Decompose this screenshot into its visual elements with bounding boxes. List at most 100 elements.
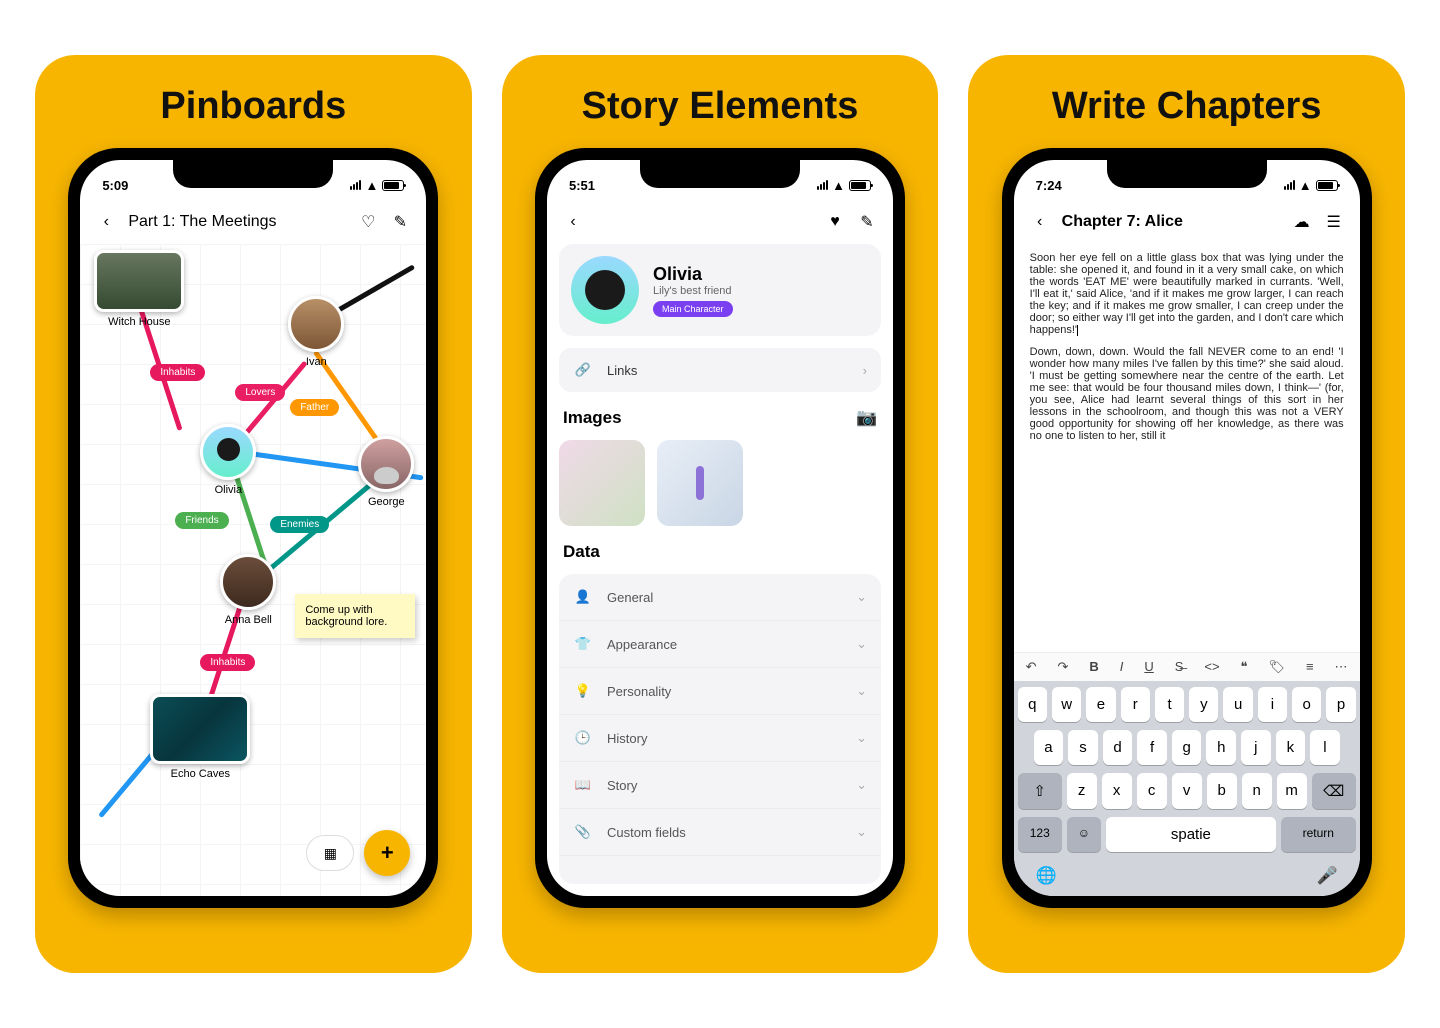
edit-icon[interactable]: ✎ (857, 212, 877, 232)
label-father[interactable]: Father (290, 399, 339, 416)
more-icon[interactable]: ⋯ (1335, 659, 1348, 675)
key-t[interactable]: t (1155, 687, 1184, 722)
node-echo[interactable]: Echo Caves (150, 694, 250, 780)
key-k[interactable]: k (1276, 730, 1306, 765)
phone-frame: 7:24 ▲ ‹ Chapter 7: Alice ☁ ☰ Soon her e… (1002, 148, 1372, 908)
data-item-appearance[interactable]: 👕 Appearance ⌄ (559, 621, 881, 668)
undo-icon[interactable]: ↶ (1026, 659, 1037, 675)
key-space[interactable]: spatie (1106, 817, 1276, 852)
key-r[interactable]: r (1121, 687, 1150, 722)
align-icon[interactable]: ≡ (1306, 659, 1314, 675)
strike-icon[interactable]: S̶ (1175, 659, 1184, 675)
chevron-down-icon: ⌄ (856, 636, 867, 652)
data-item-personality[interactable]: 💡 Personality ⌄ (559, 668, 881, 715)
editor-text[interactable]: Soon her eye fell on a little glass box … (1014, 244, 1360, 652)
node-george[interactable]: George (358, 436, 414, 508)
tag-icon[interactable]: 🏷 (1269, 659, 1286, 675)
profile-card[interactable]: Olivia Lily's best friend Main Character (559, 244, 881, 336)
key-z[interactable]: z (1067, 773, 1097, 809)
data-item-story[interactable]: 📖 Story ⌄ (559, 762, 881, 809)
globe-icon[interactable]: 🌐 (1036, 866, 1057, 886)
label-lovers[interactable]: Lovers (235, 384, 285, 401)
paragraph: Soon her eye fell on a little glass box … (1030, 252, 1344, 336)
mic-icon[interactable]: 🎤 (1317, 866, 1338, 886)
data-section-head: Data (559, 538, 881, 562)
pinboard-canvas[interactable]: Inhabits Lovers Father Friends Enemies I… (80, 244, 426, 896)
add-button[interactable]: + (364, 830, 410, 876)
status-time: 5:51 (569, 178, 595, 193)
key-n[interactable]: n (1242, 773, 1272, 809)
node-olivia[interactable]: Olivia (200, 424, 256, 496)
key-m[interactable]: m (1277, 773, 1307, 809)
battery-icon (1316, 180, 1338, 191)
key-l[interactable]: l (1310, 730, 1340, 765)
edit-icon[interactable]: ✎ (390, 212, 410, 232)
key-123[interactable]: 123 (1018, 817, 1062, 852)
data-item-label: General (607, 590, 653, 605)
label-inhabits2[interactable]: Inhabits (200, 654, 255, 671)
key-i[interactable]: i (1258, 687, 1287, 722)
bold-icon[interactable]: B (1089, 659, 1098, 675)
key-w[interactable]: w (1052, 687, 1081, 722)
back-icon[interactable]: ‹ (96, 212, 116, 232)
sticky-note[interactable]: Come up with background lore. (295, 594, 415, 638)
card-title-pinboards: Pinboards (160, 85, 346, 128)
key-backspace[interactable]: ⌫ (1312, 773, 1356, 809)
key-a[interactable]: a (1034, 730, 1064, 765)
links-label: Links (607, 363, 637, 378)
key-x[interactable]: x (1102, 773, 1132, 809)
back-icon[interactable]: ‹ (563, 212, 583, 232)
key-g[interactable]: g (1172, 730, 1202, 765)
code-icon[interactable]: <> (1204, 659, 1219, 675)
node-label: George (358, 496, 414, 508)
underline-icon[interactable]: U (1144, 659, 1153, 675)
kb-row1: q w e r t y u i o p (1018, 687, 1356, 722)
layout-button[interactable]: ▦ (306, 835, 354, 871)
key-h[interactable]: h (1206, 730, 1236, 765)
image-thumbnail[interactable] (559, 440, 645, 526)
key-emoji[interactable]: ☺ (1067, 817, 1101, 852)
key-v[interactable]: v (1172, 773, 1202, 809)
redo-icon[interactable]: ↷ (1058, 659, 1069, 675)
heart-icon[interactable]: ♡ (358, 212, 378, 232)
back-icon[interactable]: ‹ (1030, 212, 1050, 232)
key-j[interactable]: j (1241, 730, 1271, 765)
key-p[interactable]: p (1326, 687, 1355, 722)
key-b[interactable]: b (1207, 773, 1237, 809)
heart-filled-icon[interactable]: ♥ (825, 212, 845, 232)
key-q[interactable]: q (1018, 687, 1047, 722)
keyboard: q w e r t y u i o p a s d (1014, 681, 1360, 896)
label-friends[interactable]: Friends (175, 512, 228, 529)
quote-icon[interactable]: ❝ (1241, 659, 1248, 675)
key-c[interactable]: c (1137, 773, 1167, 809)
data-item-history[interactable]: 🕒 History ⌄ (559, 715, 881, 762)
key-return[interactable]: return (1281, 817, 1356, 852)
key-s[interactable]: s (1068, 730, 1098, 765)
node-witch-house[interactable]: Witch House (94, 250, 184, 328)
signal-icon (350, 180, 361, 190)
nav-title: Part 1: The Meetings (128, 213, 346, 231)
key-f[interactable]: f (1137, 730, 1167, 765)
node-ivan[interactable]: Ivan (288, 296, 344, 368)
phone-screen-story: 5:51 ▲ ‹ ♥ ✎ Olivia Lily's best f (547, 160, 893, 896)
menu-icon[interactable]: ☰ (1324, 212, 1344, 232)
label-enemies[interactable]: Enemies (270, 516, 329, 533)
key-d[interactable]: d (1103, 730, 1133, 765)
camera-icon[interactable]: 📷 (857, 408, 877, 428)
data-item-general[interactable]: 👤 General ⌄ (559, 574, 881, 621)
links-row[interactable]: 🔗 Links › (559, 348, 881, 392)
label-inhabits[interactable]: Inhabits (150, 364, 205, 381)
key-u[interactable]: u (1223, 687, 1252, 722)
image-thumbnail[interactable] (657, 440, 743, 526)
node-anna[interactable]: Anna Bell (220, 554, 276, 626)
italic-icon[interactable]: I (1120, 659, 1124, 675)
key-shift[interactable]: ⇧ (1018, 773, 1062, 809)
key-e[interactable]: e (1086, 687, 1115, 722)
signal-icon (1284, 180, 1295, 190)
profile-badge: Main Character (653, 301, 733, 317)
avatar (571, 256, 639, 324)
key-o[interactable]: o (1292, 687, 1321, 722)
cloud-icon[interactable]: ☁ (1292, 212, 1312, 232)
key-y[interactable]: y (1189, 687, 1218, 722)
data-item-custom[interactable]: 📎 Custom fields ⌄ (559, 809, 881, 856)
